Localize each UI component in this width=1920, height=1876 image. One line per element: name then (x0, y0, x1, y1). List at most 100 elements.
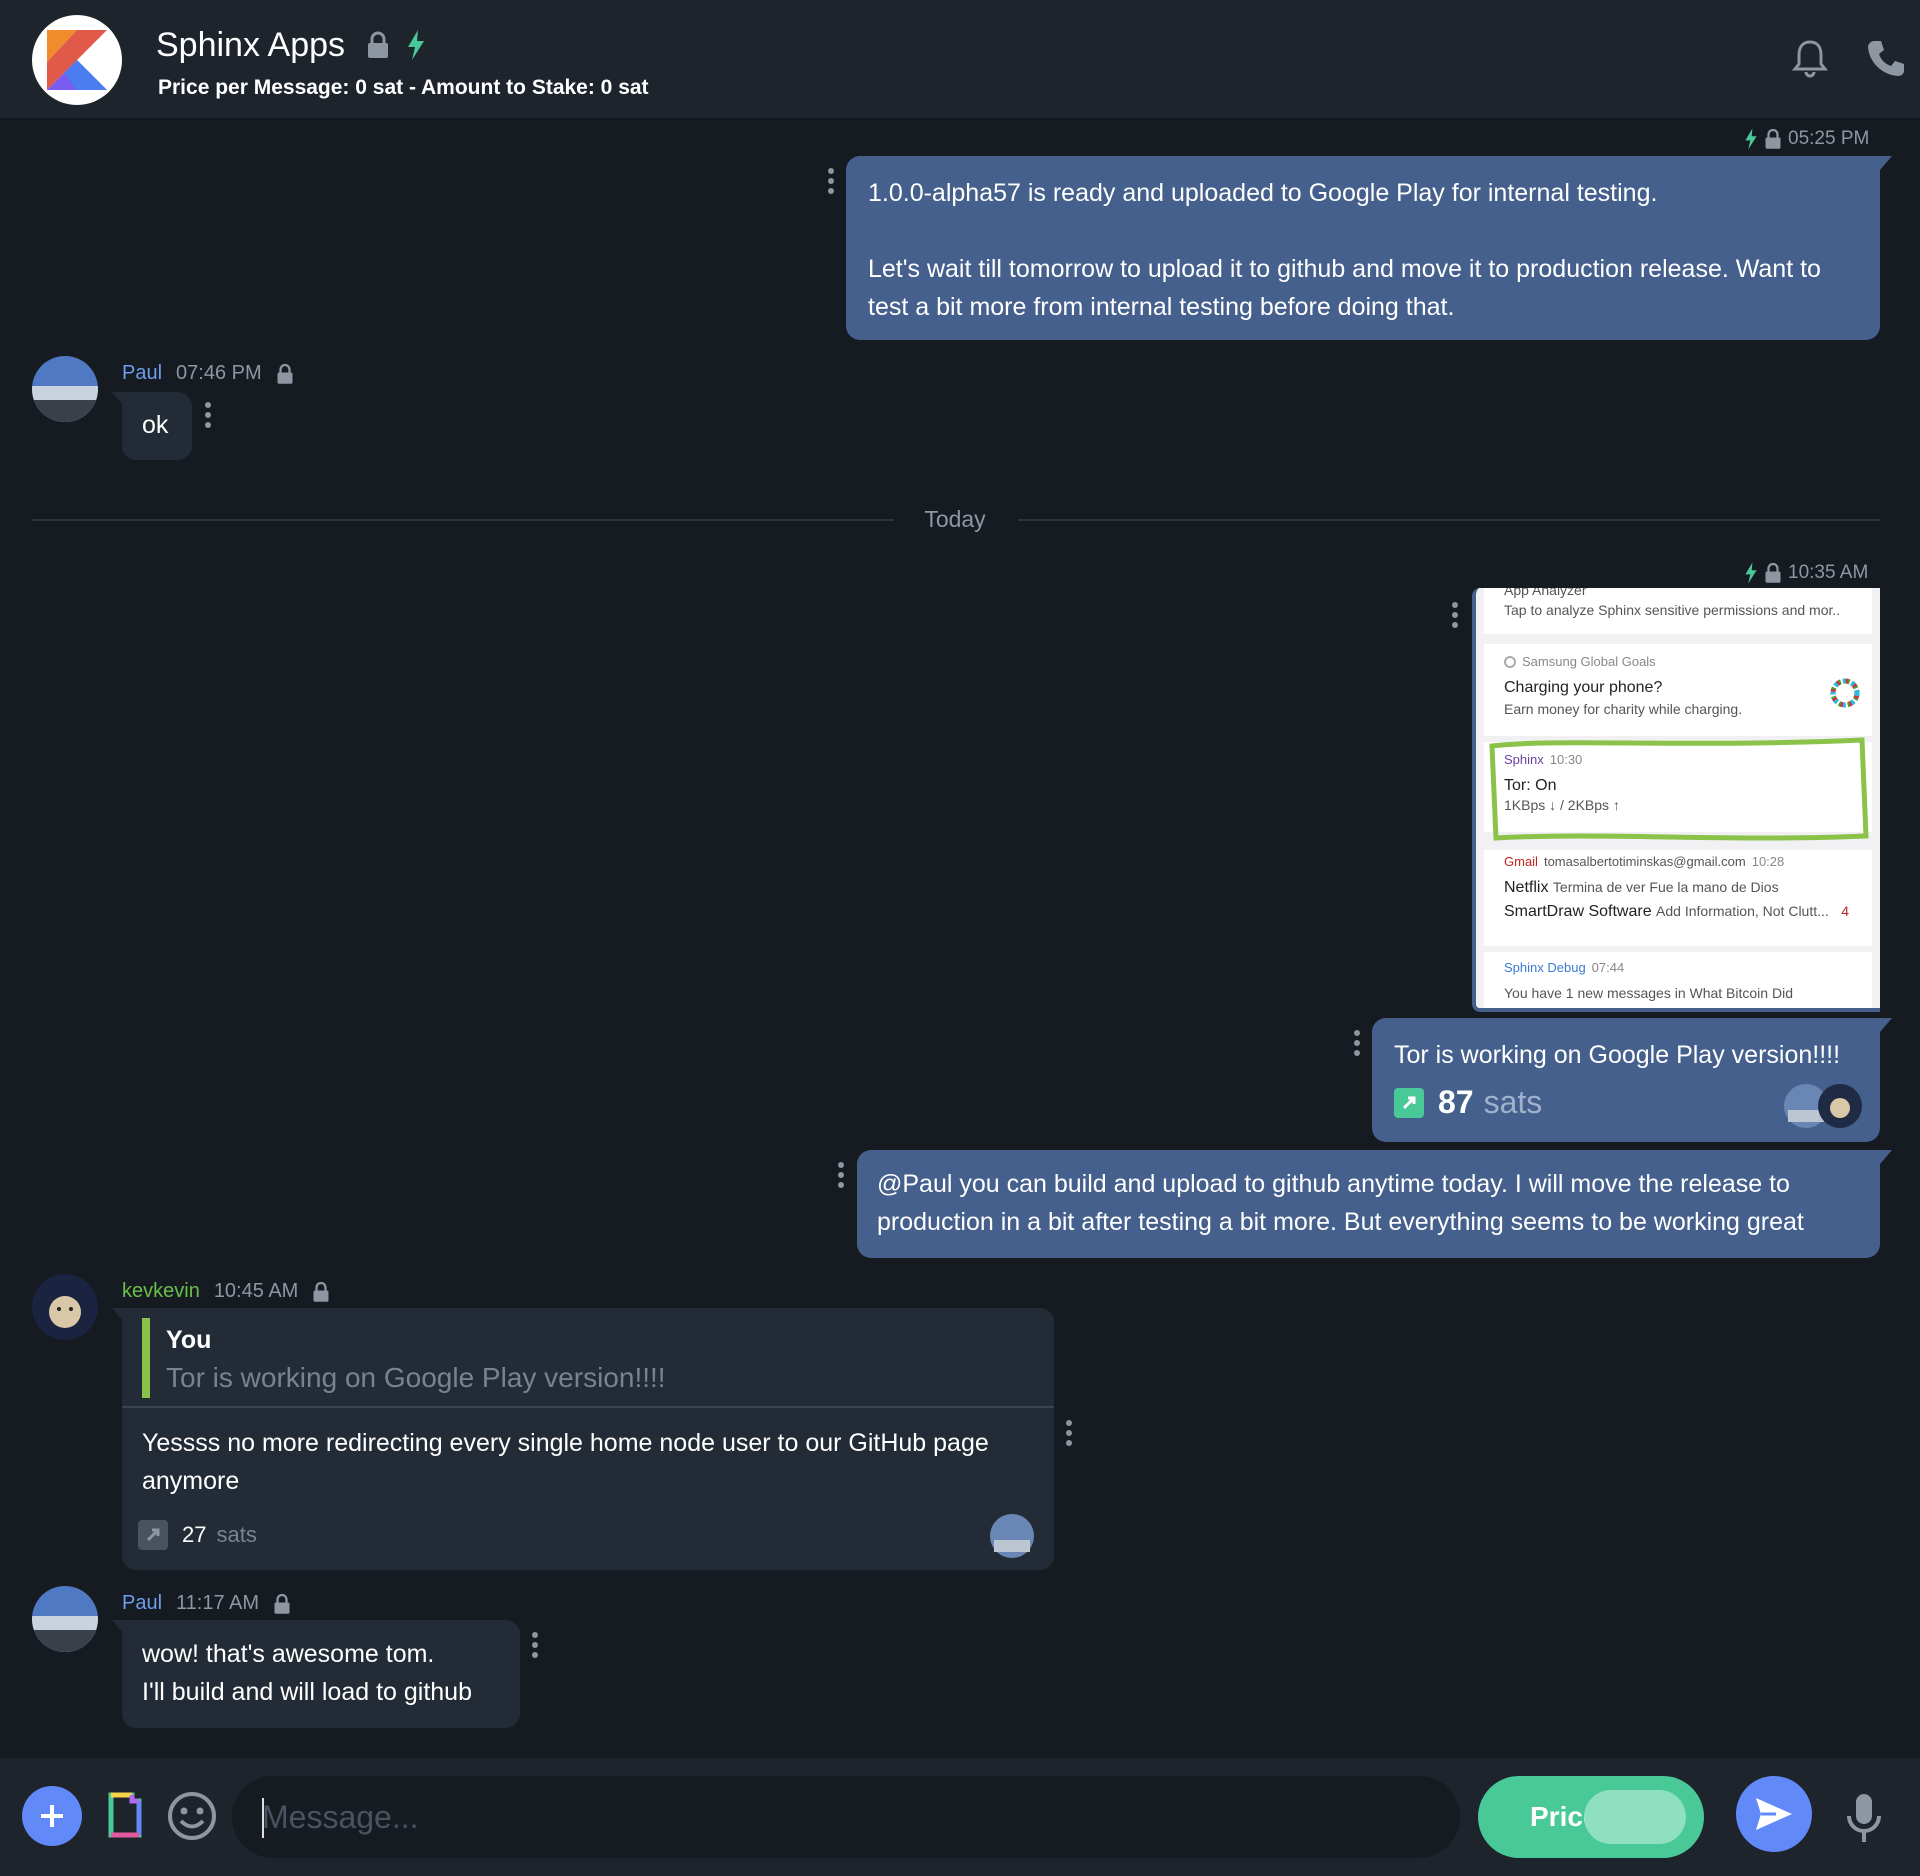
message-time: 10:35 AM (1788, 562, 1869, 583)
quote-author: You (166, 1326, 212, 1354)
avatar-photo (32, 356, 98, 422)
message-time: 07:46 PM (176, 362, 262, 384)
attach-button[interactable] (22, 1786, 82, 1846)
notification-card: App Analyzer Tap to analyze Sphinx sensi… (1484, 588, 1872, 634)
message-bubble[interactable]: Tor is working on Google Play version!!!… (1372, 1018, 1892, 1142)
message-bubble[interactable]: 1.0.0-alpha57 is ready and uploaded to G… (846, 156, 1892, 340)
avatar[interactable] (32, 1274, 98, 1340)
message-timestamp-row: 10:35 AM (1744, 562, 1868, 584)
emoji-icon[interactable] (166, 1790, 218, 1842)
lock-icon (1765, 562, 1781, 583)
more-vertical-icon[interactable] (205, 402, 211, 428)
phone-icon[interactable] (1866, 38, 1906, 78)
send-icon (1756, 1798, 1792, 1830)
more-vertical-icon[interactable] (1452, 602, 1458, 628)
message-text: Yessss no more redirecting every single … (142, 1429, 989, 1495)
more-vertical-icon[interactable] (828, 168, 834, 194)
notification-time: 10:28 (1751, 854, 1785, 869)
notification-text: Earn money for charity while charging. (1504, 701, 1743, 717)
message-composer: Price: (0, 1758, 1920, 1876)
boost-unit: sats (216, 1522, 257, 1547)
more-vertical-icon[interactable] (532, 1632, 538, 1658)
notification-title: Charging your phone? (1504, 679, 1663, 696)
lock-icon (274, 1593, 290, 1614)
gif-icon[interactable] (108, 1792, 142, 1838)
message-time: 11:17 AM (176, 1592, 260, 1614)
message-timestamp-row: 05:25 PM (1744, 128, 1869, 150)
image-attachment[interactable]: App Analyzer Tap to analyze Sphinx sensi… (1472, 588, 1880, 1012)
email-subject: Termina de ver Fue la mano de Dios (1552, 879, 1779, 895)
mic-icon[interactable] (1844, 1792, 1884, 1844)
message-bubble[interactable]: wow! that's awesome tom. I'll build and … (112, 1620, 520, 1728)
lock-icon (368, 31, 388, 58)
lock-icon (277, 363, 293, 384)
date-divider-line (1018, 519, 1880, 521)
avatar-photo (32, 1274, 98, 1340)
chat-header: Sphinx Apps Price per Message: 0 sat - A… (0, 0, 1920, 120)
reply-quote[interactable]: You Tor is working on Google Play versio… (122, 1308, 1054, 1408)
boost-amount: 87 (1438, 1084, 1474, 1120)
message-text: @Paul you can build and upload to github… (877, 1170, 1804, 1236)
global-goals-icon (1830, 678, 1860, 708)
message-bubble[interactable]: You Tor is working on Google Play versio… (112, 1308, 1054, 1570)
notification-app: Gmail (1504, 854, 1538, 869)
chat-avatar[interactable] (32, 15, 122, 105)
avatar (1818, 1084, 1862, 1128)
notification-time: 07:44 (1591, 960, 1625, 975)
notification-card: Gmail tomasalbertotiminskas@gmail.com 10… (1484, 850, 1872, 946)
send-button[interactable] (1736, 1776, 1812, 1852)
notification-account: tomasalbertotiminskas@gmail.com (1543, 854, 1746, 869)
message-time: 10:45 AM (213, 1280, 299, 1302)
sender-name[interactable]: Paul (122, 362, 162, 385)
date-divider-line (32, 519, 894, 521)
message-text: Tor is working on Google Play version!!!… (1394, 1041, 1841, 1069)
avatar (990, 1514, 1034, 1558)
boost-icon (1394, 1087, 1424, 1118)
notification-card: Samsung Global Goals Charging your phone… (1484, 644, 1872, 736)
avatar[interactable] (32, 1586, 98, 1652)
message-sender-row: Paul 11:17 AM (122, 1592, 291, 1615)
bell-icon[interactable] (1792, 38, 1828, 78)
more-vertical-icon[interactable] (1066, 1420, 1072, 1446)
message-text: Let's wait till tomorrow to upload it to… (868, 255, 1821, 321)
message-time: 05:25 PM (1788, 128, 1870, 149)
boost-icon (138, 1520, 168, 1550)
quote-text: Tor is working on Google Play version!!!… (166, 1362, 666, 1393)
highlight-annotation (1489, 737, 1869, 841)
email-sender: SmartDraw Software (1504, 903, 1652, 920)
notification-title: App Analyzer (1504, 588, 1587, 598)
email-count: 4 (1841, 903, 1850, 919)
circle-icon (1504, 655, 1516, 668)
sender-name[interactable]: kevkevin (122, 1280, 200, 1303)
message-bubble[interactable]: ok (112, 392, 192, 460)
more-vertical-icon[interactable] (838, 1162, 844, 1188)
more-vertical-icon[interactable] (1354, 1030, 1360, 1056)
notification-app: Samsung Global Goals (1522, 654, 1656, 669)
chat-title: Sphinx Apps (156, 26, 346, 64)
kotlin-logo-icon (47, 30, 107, 90)
chat-subtitle: Price per Message: 0 sat - Amount to Sta… (158, 76, 649, 99)
lightning-icon (1745, 128, 1757, 150)
boost-unit: sats (1483, 1084, 1543, 1120)
price-input[interactable] (1584, 1790, 1686, 1844)
boost-row: 27 sats (138, 1520, 257, 1550)
notification-text: Tap to analyze Sphinx sensitive permissi… (1504, 602, 1841, 618)
message-sender-row: kevkevin 10:45 AM (122, 1280, 330, 1303)
lock-icon (1765, 128, 1781, 149)
lightning-icon (408, 30, 424, 60)
booster-avatars (1784, 1084, 1862, 1128)
notification-card: Sphinx Debug 07:44 You have 1 new messag… (1484, 952, 1872, 1008)
plus-icon (41, 1805, 63, 1827)
quote-bar (142, 1318, 150, 1398)
message-bubble[interactable]: @Paul you can build and upload to github… (857, 1150, 1892, 1258)
message-sender-row: Paul 07:46 PM (122, 362, 294, 385)
message-text: 1.0.0-alpha57 is ready and uploaded to G… (868, 179, 1658, 207)
email-sender: Netflix (1504, 879, 1549, 896)
email-subject: Add Information, Not Clutt... (1656, 903, 1829, 919)
boost-amount: 27 (182, 1522, 207, 1547)
date-divider-label: Today (924, 506, 986, 532)
avatar[interactable] (32, 356, 98, 422)
message-text: I'll build and will load to github (142, 1678, 472, 1706)
message-input[interactable] (232, 1776, 1460, 1858)
sender-name[interactable]: Paul (122, 1592, 162, 1615)
